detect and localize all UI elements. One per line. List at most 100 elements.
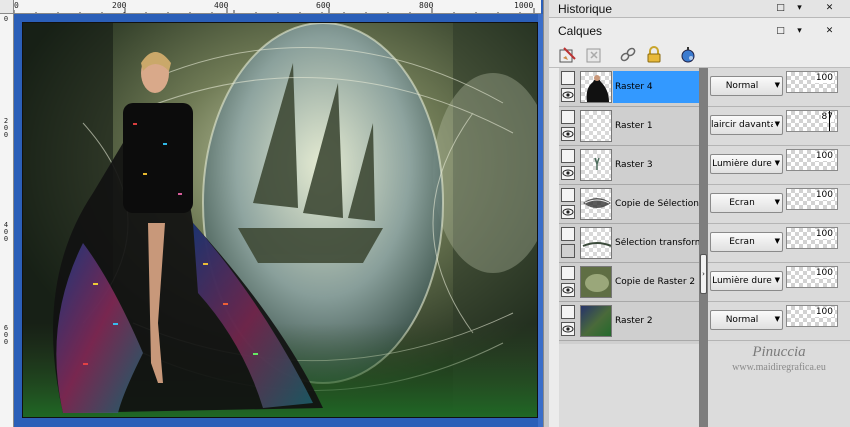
close-icon[interactable]: ✕: [824, 26, 835, 37]
blend-mode-select[interactable]: Écran ▼: [710, 232, 783, 252]
layers-gutter: [549, 68, 559, 427]
opacity-slider[interactable]: 100: [786, 227, 838, 249]
layer-name: Raster 3: [615, 160, 653, 170]
layer-thumbnail[interactable]: [580, 188, 612, 220]
layer-mask-icon[interactable]: [561, 227, 575, 241]
opacity-marker[interactable]: [828, 111, 830, 131]
layer-name-box[interactable]: Sélection transformée: [613, 227, 699, 259]
opacity-slider[interactable]: 100: [786, 149, 838, 171]
layer-name-box[interactable]: Copie de Sélection tr: [613, 188, 699, 220]
dropdown-arrow-icon: ▼: [774, 120, 780, 128]
blend-mode-select[interactable]: Lumière dure ▼: [710, 154, 783, 174]
layer-visibility[interactable]: [561, 266, 577, 298]
layer-row[interactable]: Raster 4: [559, 68, 699, 107]
calques-panel-header[interactable]: Calques □ ▾ ✕: [549, 22, 850, 42]
layer-name-box[interactable]: Raster 2: [613, 305, 699, 337]
dropdown-arrow-icon: ▼: [774, 81, 780, 89]
layer-thumbnail[interactable]: [580, 266, 612, 298]
layer-mask-icon[interactable]: [561, 305, 575, 319]
blend-mode-value: Lumière dure: [712, 159, 772, 169]
eye-icon[interactable]: [561, 88, 575, 102]
pin-icon[interactable]: □: [775, 3, 786, 14]
eye-icon[interactable]: [561, 166, 575, 180]
layer-name-box[interactable]: Raster 3: [613, 149, 699, 181]
hidden-eye-icon[interactable]: [561, 244, 575, 258]
close-icon[interactable]: ✕: [824, 3, 835, 14]
opacity-value: 100: [814, 151, 834, 161]
blend-mode-value: laircir davantage: [711, 120, 773, 130]
new-vector-layer-icon[interactable]: [585, 46, 603, 64]
eye-icon[interactable]: [561, 205, 575, 219]
opacity-value: 100: [814, 190, 834, 200]
layer-mask-icon[interactable]: [561, 149, 575, 163]
layers-splitter[interactable]: [699, 68, 708, 427]
layer-row[interactable]: Raster 3: [559, 146, 699, 185]
layer-row[interactable]: Raster 1: [559, 107, 699, 146]
ruler-left-label: 400: [3, 221, 9, 243]
ruler-top-label: 200: [112, 1, 127, 10]
menu-arrow-icon[interactable]: ▾: [794, 3, 805, 14]
layer-thumbnail[interactable]: [580, 227, 612, 259]
layer-name-box[interactable]: Copie de Raster 2: [613, 266, 699, 298]
menu-arrow-icon[interactable]: ▾: [794, 26, 805, 37]
layer-visibility[interactable]: [561, 149, 577, 181]
layer-visibility[interactable]: [561, 71, 577, 103]
layer-row[interactable]: Sélection transformée: [559, 224, 699, 263]
opacity-slider[interactable]: 100: [786, 305, 838, 327]
lock-icon[interactable]: [645, 46, 663, 64]
eye-icon[interactable]: [561, 283, 575, 297]
layer-thumbnail[interactable]: [580, 110, 612, 142]
right-panel: Historique □ ▾ ✕ Calques □ ▾ ✕ Raster 4 …: [549, 0, 850, 427]
layer-mask-icon[interactable]: [561, 266, 575, 280]
ruler-corner: [0, 0, 14, 14]
vertical-ruler: 0 200 400 600: [0, 14, 14, 427]
layer-thumbnail[interactable]: [580, 71, 612, 103]
opacity-slider[interactable]: 87: [786, 110, 838, 132]
opacity-slider[interactable]: 100: [786, 266, 838, 288]
layer-thumbnail[interactable]: [580, 149, 612, 181]
layer-thumbnail[interactable]: [580, 305, 612, 337]
canvas-area[interactable]: 0 200 400 600 800 1000 0 200 400 600: [0, 0, 543, 427]
layer-visibility[interactable]: [561, 188, 577, 220]
opacity-slider[interactable]: 100: [786, 188, 838, 210]
layer-visibility[interactable]: [561, 227, 577, 259]
layer-name: Copie de Raster 2: [615, 277, 696, 287]
layer-mask-icon[interactable]: [561, 110, 575, 124]
layer-props-row: Normal ▼ 100: [708, 302, 850, 341]
blend-mode-select[interactable]: Écran ▼: [710, 193, 783, 213]
blend-mode-select[interactable]: Normal ▼: [710, 310, 783, 330]
layer-name-box[interactable]: Raster 1: [613, 110, 699, 142]
opacity-slider[interactable]: 100: [786, 71, 838, 93]
layer-mask-icon[interactable]: [561, 188, 575, 202]
historique-title: Historique: [558, 2, 613, 16]
blend-mode-value: Écran: [729, 198, 755, 208]
layer-props-row: Écran ▼ 100: [708, 185, 850, 224]
link-icon[interactable]: [619, 46, 637, 64]
layer-visibility[interactable]: [561, 110, 577, 142]
blend-mode-select[interactable]: laircir davantage ▼: [710, 115, 783, 135]
layers-list[interactable]: Raster 4 Raster 1 Raster 3 Copie de Séle…: [559, 68, 699, 344]
layer-visibility[interactable]: [561, 305, 577, 337]
opacity-value: 100: [814, 307, 834, 317]
layer-row[interactable]: Copie de Sélection tr: [559, 185, 699, 224]
maximize-icon[interactable]: □: [775, 26, 786, 37]
palette-icon[interactable]: [679, 46, 697, 64]
layer-row[interactable]: Copie de Raster 2: [559, 263, 699, 302]
blend-mode-select[interactable]: Lumière dure ▼: [710, 271, 783, 291]
dropdown-arrow-icon: ▼: [774, 276, 780, 284]
layer-name-box[interactable]: Raster 4: [613, 71, 699, 103]
eye-icon[interactable]: [561, 322, 575, 336]
new-raster-layer-icon[interactable]: [559, 46, 577, 64]
opacity-value: 87: [820, 112, 834, 122]
layer-row[interactable]: Raster 2: [559, 302, 699, 341]
layer-name: Raster 2: [615, 316, 653, 326]
ruler-ticks: [14, 8, 535, 13]
eye-icon[interactable]: [561, 127, 575, 141]
blend-mode-select[interactable]: Normal ▼: [710, 76, 783, 96]
layer-mask-icon[interactable]: [561, 71, 575, 85]
splitter-handle[interactable]: ›: [700, 254, 707, 294]
historique-panel-header[interactable]: Historique □ ▾ ✕: [549, 0, 850, 18]
image-canvas[interactable]: [22, 22, 538, 418]
ruler-top-label: 400: [214, 1, 229, 10]
ruler-left-label: 600: [3, 324, 9, 346]
